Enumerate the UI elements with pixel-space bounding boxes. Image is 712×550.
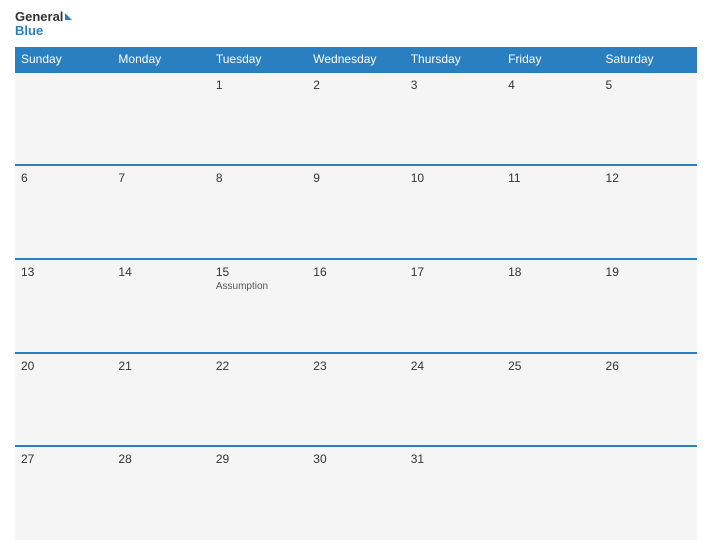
table-row: 13 bbox=[15, 259, 112, 353]
day-number: 4 bbox=[508, 78, 593, 92]
day-number: 20 bbox=[21, 359, 106, 373]
table-row: 6 bbox=[15, 165, 112, 259]
table-row: 26 bbox=[600, 353, 697, 447]
table-row: 7 bbox=[112, 165, 209, 259]
day-number: 23 bbox=[313, 359, 398, 373]
day-number: 7 bbox=[118, 171, 203, 185]
table-row: 14 bbox=[112, 259, 209, 353]
logo: General Blue bbox=[15, 10, 72, 39]
table-row bbox=[502, 446, 599, 540]
table-row: 21 bbox=[112, 353, 209, 447]
table-row: 22 bbox=[210, 353, 307, 447]
table-row: 10 bbox=[405, 165, 502, 259]
day-number: 30 bbox=[313, 452, 398, 466]
table-row bbox=[15, 72, 112, 166]
col-wednesday: Wednesday bbox=[307, 47, 404, 72]
day-number: 8 bbox=[216, 171, 301, 185]
calendar-body: 123456789101112131415Assumption161718192… bbox=[15, 72, 697, 540]
table-row: 18 bbox=[502, 259, 599, 353]
day-number: 16 bbox=[313, 265, 398, 279]
table-row: 9 bbox=[307, 165, 404, 259]
day-number: 18 bbox=[508, 265, 593, 279]
calendar-table: Sunday Monday Tuesday Wednesday Thursday… bbox=[15, 47, 697, 540]
logo-general: General bbox=[15, 10, 63, 24]
table-row: 24 bbox=[405, 353, 502, 447]
table-row: 19 bbox=[600, 259, 697, 353]
day-number: 10 bbox=[411, 171, 496, 185]
col-monday: Monday bbox=[112, 47, 209, 72]
day-number: 1 bbox=[216, 78, 301, 92]
day-number: 31 bbox=[411, 452, 496, 466]
day-number: 15 bbox=[216, 265, 301, 279]
col-tuesday: Tuesday bbox=[210, 47, 307, 72]
day-number: 11 bbox=[508, 171, 593, 185]
col-sunday: Sunday bbox=[15, 47, 112, 72]
day-number: 29 bbox=[216, 452, 301, 466]
table-row: 2 bbox=[307, 72, 404, 166]
calendar-header-row: Sunday Monday Tuesday Wednesday Thursday… bbox=[15, 47, 697, 72]
day-number: 12 bbox=[606, 171, 691, 185]
table-row: 5 bbox=[600, 72, 697, 166]
table-row: 30 bbox=[307, 446, 404, 540]
table-row: 3 bbox=[405, 72, 502, 166]
table-row bbox=[112, 72, 209, 166]
day-number: 3 bbox=[411, 78, 496, 92]
day-number: 26 bbox=[606, 359, 691, 373]
col-thursday: Thursday bbox=[405, 47, 502, 72]
calendar-container: General Blue Sunday Monday Tuesday Wedne… bbox=[0, 0, 712, 550]
event-label: Assumption bbox=[216, 281, 301, 292]
table-row: 29 bbox=[210, 446, 307, 540]
day-number: 27 bbox=[21, 452, 106, 466]
table-row: 12 bbox=[600, 165, 697, 259]
day-number: 6 bbox=[21, 171, 106, 185]
table-row: 31 bbox=[405, 446, 502, 540]
col-saturday: Saturday bbox=[600, 47, 697, 72]
day-number: 25 bbox=[508, 359, 593, 373]
day-number: 9 bbox=[313, 171, 398, 185]
day-number: 5 bbox=[606, 78, 691, 92]
day-number: 19 bbox=[606, 265, 691, 279]
table-row: 28 bbox=[112, 446, 209, 540]
table-row: 25 bbox=[502, 353, 599, 447]
day-number: 24 bbox=[411, 359, 496, 373]
day-number: 13 bbox=[21, 265, 106, 279]
table-row bbox=[600, 446, 697, 540]
day-number: 21 bbox=[118, 359, 203, 373]
day-number: 14 bbox=[118, 265, 203, 279]
table-row: 17 bbox=[405, 259, 502, 353]
logo-blue: Blue bbox=[15, 24, 72, 38]
day-number: 28 bbox=[118, 452, 203, 466]
table-row: 23 bbox=[307, 353, 404, 447]
day-number: 2 bbox=[313, 78, 398, 92]
calendar-header: General Blue bbox=[15, 10, 697, 39]
table-row: 4 bbox=[502, 72, 599, 166]
table-row: 27 bbox=[15, 446, 112, 540]
table-row: 11 bbox=[502, 165, 599, 259]
table-row: 1 bbox=[210, 72, 307, 166]
table-row: 15 Assumption bbox=[210, 259, 307, 353]
col-friday: Friday bbox=[502, 47, 599, 72]
table-row: 16 bbox=[307, 259, 404, 353]
table-row: 20 bbox=[15, 353, 112, 447]
table-row: 8 bbox=[210, 165, 307, 259]
day-number: 17 bbox=[411, 265, 496, 279]
day-number: 22 bbox=[216, 359, 301, 373]
